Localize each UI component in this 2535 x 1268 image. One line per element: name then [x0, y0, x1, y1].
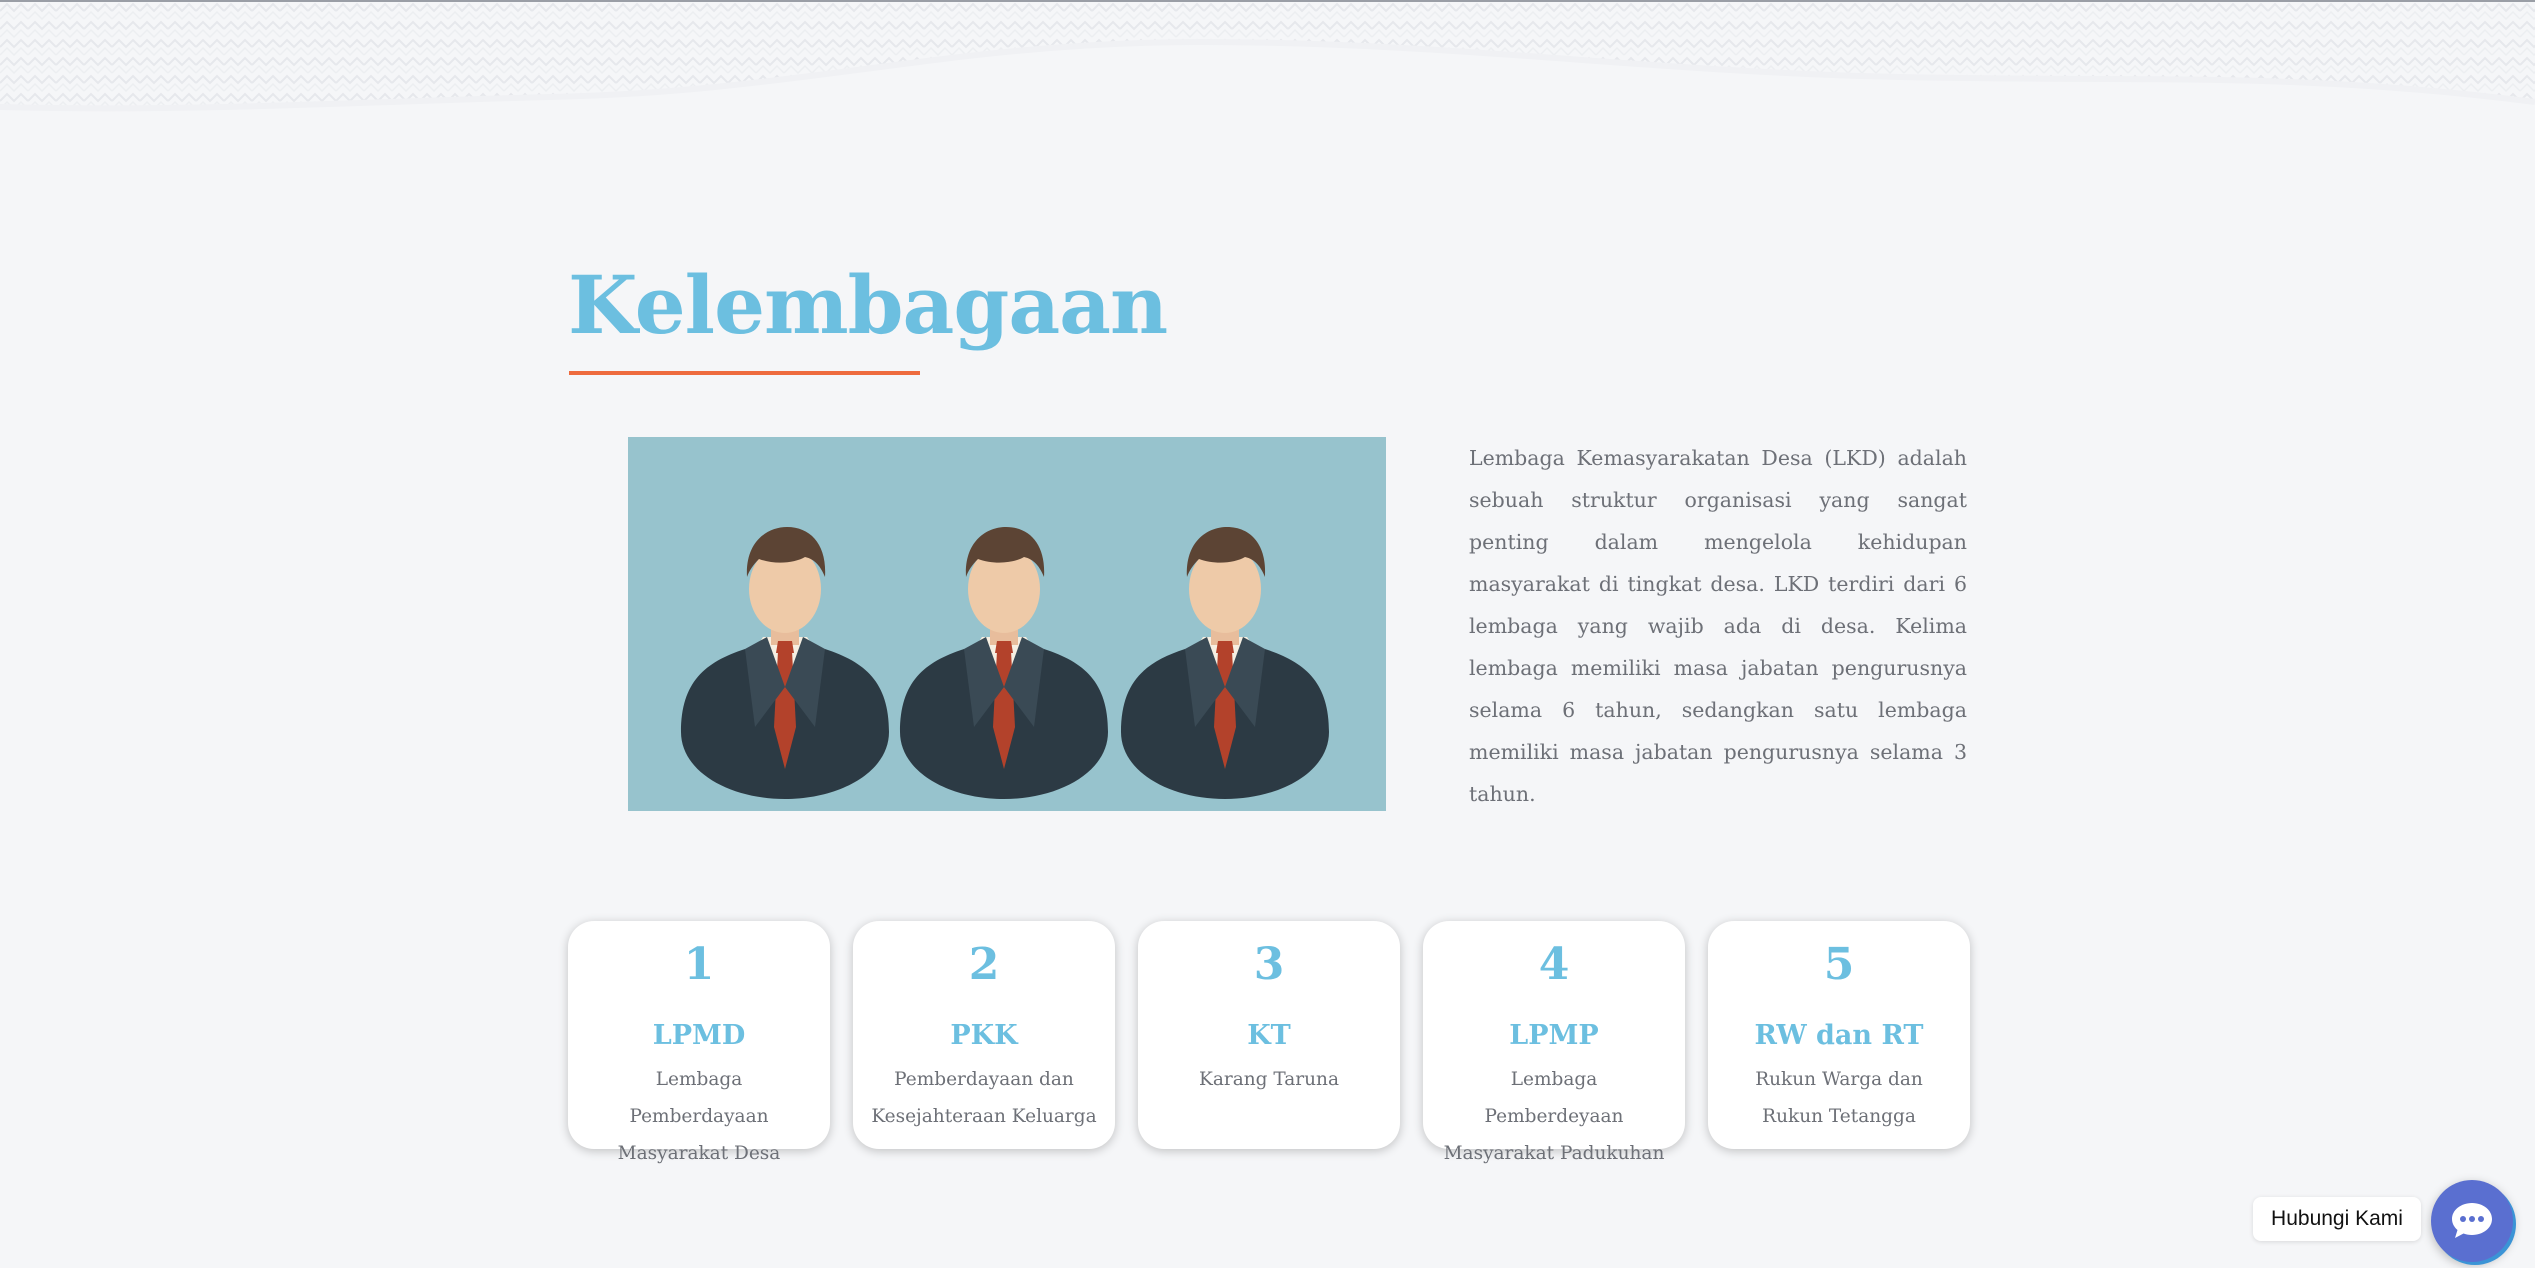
kelembagaan-section: Kelembagaan Lembaga Kemasyarakatan Desa …	[0, 0, 2535, 1268]
card-number: 2	[968, 939, 1000, 990]
card-title: RW dan RT	[1754, 1020, 1924, 1051]
institution-card[interactable]: 3 KT Karang Taruna	[1138, 921, 1400, 1149]
card-title: PKK	[950, 1020, 1018, 1051]
institution-cards: 1 LPMD Lembaga Pemberdayaan Masyarakat D…	[568, 921, 1970, 1164]
title-underline	[569, 371, 920, 375]
card-title: LPMP	[1509, 1020, 1599, 1051]
card-description: Rukun Warga dan Rukun Tetangga	[1755, 1069, 1923, 1127]
businessmen-illustration	[628, 437, 1386, 811]
contact-label[interactable]: Hubungi Kami	[2253, 1197, 2421, 1241]
card-number: 5	[1823, 939, 1855, 990]
card-number: 3	[1253, 939, 1285, 990]
card-number: 1	[683, 939, 715, 990]
institution-card[interactable]: 2 PKK Pemberdayaan dan Kesejahteraan Kel…	[853, 921, 1115, 1149]
card-description: Lembaga Pemberdayaan Masyarakat Desa	[617, 1069, 781, 1164]
card-number: 4	[1538, 939, 1570, 990]
section-title: Kelembagaan	[568, 258, 1168, 352]
institution-card[interactable]: 4 LPMP Lembaga Pemberdeyaan Masyarakat P…	[1423, 921, 1685, 1164]
card-title: LPMD	[652, 1020, 746, 1051]
section-description: Lembaga Kemasyarakatan Desa (LKD) adalah…	[1469, 446, 1967, 806]
institution-card[interactable]: 5 RW dan RT Rukun Warga dan Rukun Tetang…	[1708, 921, 1970, 1149]
chat-bubble-icon	[2452, 1203, 2492, 1238]
contact-button[interactable]	[2431, 1180, 2513, 1262]
card-description: Lembaga Pemberdeyaan Masyarakat Padukuha…	[1443, 1069, 1665, 1164]
card-title: KT	[1247, 1020, 1291, 1051]
institution-card[interactable]: 1 LPMD Lembaga Pemberdayaan Masyarakat D…	[568, 921, 830, 1164]
card-description: Karang Taruna	[1199, 1069, 1339, 1090]
card-description: Pemberdayaan dan Kesejahteraan Keluarga	[871, 1069, 1097, 1127]
three-businessmen-icon	[681, 527, 1329, 799]
